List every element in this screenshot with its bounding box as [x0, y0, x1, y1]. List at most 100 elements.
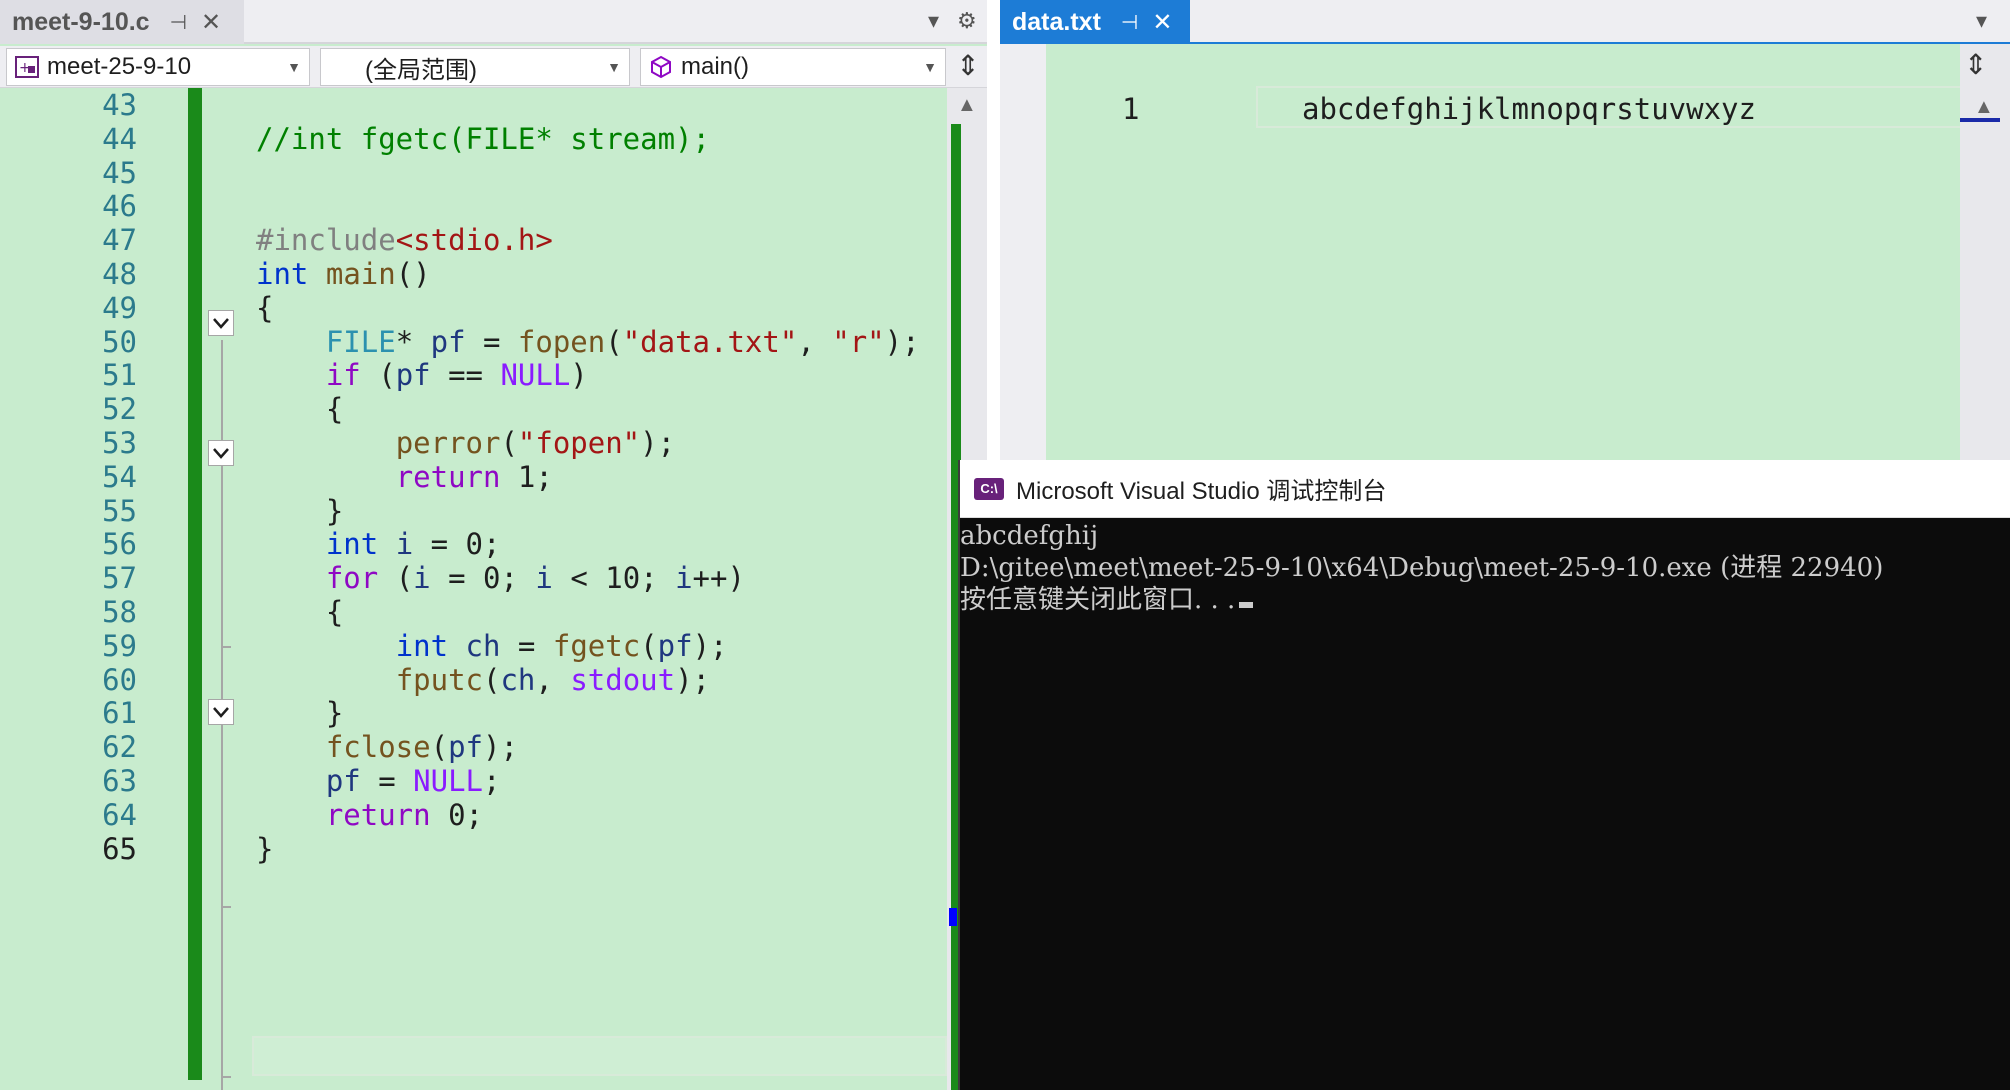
code-token: = 0;: [430, 561, 536, 596]
console-prompt-text: 按任意键关闭此窗口. . .: [960, 585, 1236, 615]
code-token: "r": [832, 324, 885, 359]
tab-list-dropdown-icon[interactable]: ▾: [928, 8, 939, 34]
code-token: i: [395, 527, 414, 562]
code-line[interactable]: for (i = 0; i < 10; i++): [256, 561, 745, 595]
project-label: meet-25-9-10: [47, 53, 192, 80]
code-token: fputc: [395, 662, 483, 697]
code-line[interactable]: {: [256, 291, 273, 325]
code-token: =: [465, 324, 518, 359]
code-line[interactable]: pf = NULL;: [256, 764, 501, 798]
code-token: pf: [430, 324, 466, 359]
gear-icon[interactable]: ⚙: [957, 8, 977, 34]
code-token: *: [395, 324, 431, 359]
pin-icon[interactable]: ⊣: [1121, 10, 1138, 35]
tab-label: data.txt: [1012, 7, 1101, 36]
code-token: );: [884, 324, 920, 359]
code-token: #include: [256, 223, 396, 258]
code-token: = 0;: [413, 527, 501, 562]
console-output[interactable]: abcdefghij D:\gitee\meet\meet-25-9-10\x6…: [960, 518, 2010, 1090]
function-dropdown[interactable]: main() ▼: [640, 48, 946, 86]
code-line[interactable]: fputc(ch, stdout);: [256, 663, 710, 697]
project-icon: +: [15, 56, 39, 78]
scroll-up-icon[interactable]: ▲: [1974, 96, 1994, 119]
code-token: (): [395, 257, 431, 291]
code-token: pf: [448, 730, 483, 765]
scope-label: (全局范围): [365, 56, 477, 84]
code-token: ): [570, 358, 588, 393]
console-title: Microsoft Visual Studio 调试控制台: [1016, 478, 1387, 505]
tab-label: meet-9-10.c: [12, 7, 150, 36]
tab-list-dropdown-icon[interactable]: ▾: [1976, 8, 1987, 34]
scrollbar-position-marker: [949, 908, 957, 926]
code-token: ch: [465, 628, 501, 663]
code-token: );: [640, 426, 676, 460]
code-line[interactable]: return 1;: [256, 460, 553, 494]
text-cursor: [1239, 602, 1254, 608]
code-token: i: [675, 561, 693, 596]
editor-tab-bar: meet-9-10.c ⊣ ✕ ▾ ⚙: [0, 0, 987, 44]
code-line[interactable]: return 0;: [256, 798, 483, 832]
project-dropdown[interactable]: + meet-25-9-10 ▼: [6, 48, 310, 86]
code-token: }: [256, 831, 274, 866]
code-token: if: [325, 358, 361, 393]
scroll-up-icon[interactable]: ▲: [957, 94, 977, 117]
pin-icon[interactable]: ⊣: [170, 10, 187, 35]
code-token: =: [500, 628, 553, 663]
code-token: );: [675, 662, 710, 697]
code-line[interactable]: //int fgetc(FILE* stream);: [256, 122, 710, 156]
code-line[interactable]: {: [256, 595, 343, 629]
split-window-icon[interactable]: ⇕: [1964, 48, 1987, 81]
code-line[interactable]: #include<stdio.h>: [256, 223, 553, 257]
code-line[interactable]: int ch = fgetc(pf);: [256, 628, 728, 663]
code-token: (: [430, 730, 449, 765]
console-app-icon: C:\: [974, 477, 1004, 500]
code-line[interactable]: perror("fopen");: [256, 426, 675, 460]
code-token: }: [256, 493, 344, 528]
code-line[interactable]: int main(): [256, 257, 431, 291]
tab-data-txt[interactable]: data.txt ⊣ ✕: [1000, 0, 1190, 44]
code-token: FILE: [325, 324, 396, 359]
scope-dropdown[interactable]: (全局范围) ▼: [320, 48, 630, 86]
code-line[interactable]: int i = 0;: [256, 527, 501, 562]
debug-console-window[interactable]: C:\ Microsoft Visual Studio 调试控制台 abcdef…: [958, 460, 2010, 1090]
tab-meet-9-10-c[interactable]: meet-9-10.c ⊣ ✕: [0, 0, 244, 44]
tab-tools: ▾ ⚙: [928, 8, 977, 34]
code-token: ch: [500, 662, 536, 697]
code-token: ++): [692, 561, 745, 596]
close-icon[interactable]: ✕: [1152, 8, 1172, 37]
code-token: 0;: [430, 797, 483, 832]
console-title-bar[interactable]: C:\ Microsoft Visual Studio 调试控制台: [960, 460, 2010, 518]
code-token: "data.txt": [622, 324, 798, 359]
code-line[interactable]: }: [256, 494, 343, 528]
code-line[interactable]: fclose(pf);: [256, 730, 518, 764]
scrollbar-thumb[interactable]: [1960, 118, 2000, 122]
code-text-area[interactable]: //int fgetc(FILE* stream); #include<stdio…: [0, 88, 947, 1090]
code-token: stdout: [570, 662, 676, 697]
code-token: ==: [430, 358, 501, 393]
editor-tab-bar: data.txt ⊣ ✕ ▾: [1000, 0, 2010, 44]
line-number: 1: [1122, 92, 1140, 126]
code-token: return: [325, 797, 431, 832]
code-token: {: [256, 595, 344, 629]
code-line[interactable]: FILE* pf = fopen("data.txt", "r");: [256, 325, 920, 359]
file-content-line[interactable]: abcdefghijklmnopqrstuvwxyz: [1302, 92, 1756, 126]
code-line[interactable]: }: [256, 832, 273, 866]
code-line[interactable]: if (pf == NULL): [256, 358, 588, 392]
code-token: return: [395, 459, 501, 494]
code-line[interactable]: }: [256, 696, 343, 730]
code-token: "fopen": [517, 426, 641, 460]
close-icon[interactable]: ✕: [201, 8, 221, 37]
code-token: perror: [395, 426, 501, 460]
chevron-down-icon: ▼: [287, 59, 301, 75]
code-token: ;: [483, 764, 501, 798]
split-window-icon[interactable]: ⇕: [950, 50, 986, 84]
code-line[interactable]: {: [256, 392, 343, 426]
code-token: 1;: [500, 459, 553, 494]
